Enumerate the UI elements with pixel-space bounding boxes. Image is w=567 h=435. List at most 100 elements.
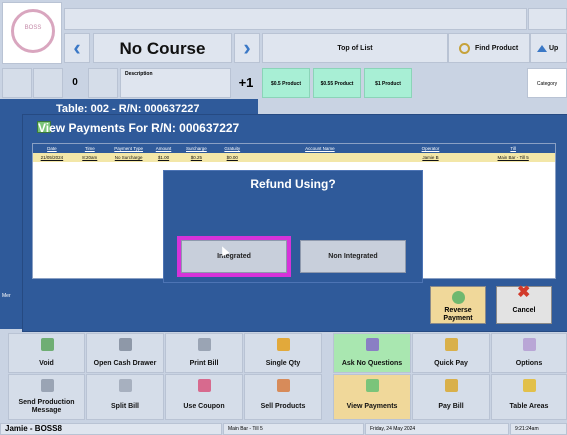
message-icon — [40, 379, 54, 392]
up-label: Up — [549, 45, 559, 52]
send-production-message-button[interactable]: Send Production Message — [8, 374, 85, 420]
category-tab[interactable]: Category — [527, 68, 567, 98]
void-icon — [40, 338, 54, 351]
box-icon — [277, 338, 290, 351]
product-button-2[interactable]: $0.55 Product — [313, 68, 361, 98]
course-title: No Course — [93, 33, 232, 63]
integrated-button[interactable]: Integrated — [177, 236, 291, 277]
col-gratuity: Gratuity — [224, 146, 241, 151]
plus-one-button[interactable]: +1 — [232, 68, 260, 98]
description-label: Description — [125, 71, 153, 77]
item-count: 0 — [72, 77, 78, 88]
top-of-list-button[interactable]: Top of List — [262, 33, 448, 63]
use-coupon-label: Use Coupon — [183, 403, 225, 410]
split-bill-icon — [119, 379, 132, 392]
ask-no-questions-label: Ask No Questions — [341, 360, 403, 367]
user-button[interactable] — [33, 68, 63, 98]
top-strip-right — [528, 8, 567, 30]
cell-amount: $1.00 — [157, 155, 170, 160]
logo-ring-icon — [11, 9, 55, 53]
table-areas-label: Table Areas — [509, 403, 549, 410]
void-label: Void — [39, 360, 54, 367]
refund-dialog: Refund Using? Integrated Non Integrated — [163, 170, 423, 283]
table-areas-icon — [523, 379, 536, 392]
cell-till: Main Bar - Till 5 — [497, 155, 529, 160]
cell-account-name — [250, 153, 389, 162]
arrow-up-icon — [537, 45, 547, 52]
top-strip — [64, 8, 527, 30]
quick-pay-label: Quick Pay — [434, 360, 468, 367]
cash-drawer-icon — [119, 338, 132, 351]
col-amount: Amount — [155, 146, 172, 151]
find-product-button[interactable]: Find Product — [448, 33, 530, 63]
reverse-payment-button[interactable]: Reverse Payment — [430, 286, 486, 324]
status-till: Main Bar - Till 5 — [223, 423, 364, 435]
options-button[interactable]: Options — [491, 333, 567, 373]
view-payments-label: View Payments — [346, 403, 398, 410]
cell-gratuity: $0.00 — [226, 155, 238, 160]
magnifier-icon — [459, 43, 470, 54]
prev-course-button[interactable]: ‹ — [64, 33, 90, 63]
left-label: Mer — [2, 293, 11, 299]
sell-products-label: Sell Products — [260, 403, 306, 410]
printer-icon — [198, 338, 211, 351]
questions-icon — [366, 338, 379, 351]
status-user: Jamie - BOSS8 — [0, 423, 222, 435]
void-button[interactable]: Void — [8, 333, 85, 373]
cell-date: 21/05/2024 — [40, 155, 64, 160]
description-box[interactable]: Description — [120, 68, 231, 98]
col-surcharge: Surcharge — [186, 146, 207, 151]
cell-operator: Jamie B — [422, 155, 439, 160]
col-payment-type: Payment Type — [114, 146, 143, 151]
up-button[interactable]: Up — [530, 33, 567, 63]
cell-payment-type: No Surcharge — [114, 155, 143, 160]
next-course-button[interactable]: › — [234, 33, 260, 63]
print-bill-label: Print Bill — [189, 360, 219, 367]
customer-button[interactable] — [2, 68, 32, 98]
logo: BOSS — [2, 2, 62, 64]
table-header: Date Time Payment Type Amount Surcharge … — [33, 144, 555, 153]
product-button-1[interactable]: $0.5 Product — [262, 68, 310, 98]
col-account-name: Account Name — [305, 146, 335, 151]
col-operator: Operator — [421, 146, 440, 151]
pay-bill-button[interactable]: Pay Bill — [412, 374, 490, 420]
col-time: Time — [84, 146, 95, 151]
flag-button[interactable] — [88, 68, 118, 98]
print-bill-button[interactable]: Print Bill — [165, 333, 243, 373]
cancel-button[interactable]: ✖ Cancel — [496, 284, 552, 324]
options-label: Options — [515, 360, 543, 367]
quick-pay-icon — [445, 338, 458, 351]
coupon-icon — [198, 379, 211, 392]
single-qty-button[interactable]: Single Qty — [244, 333, 322, 373]
cell-surcharge: $0.25 — [190, 155, 203, 160]
logo-text: BOSS — [24, 25, 42, 31]
status-date: Friday, 24 May 2024 — [365, 423, 509, 435]
pay-bill-label: Pay Bill — [438, 403, 464, 410]
view-payments-icon — [366, 379, 379, 392]
reverse-payment-label: Reverse Payment — [443, 307, 473, 322]
split-bill-button[interactable]: Split Bill — [86, 374, 164, 420]
product-button-3[interactable]: $1 Product — [364, 68, 412, 98]
reverse-icon — [452, 291, 465, 304]
use-coupon-button[interactable]: Use Coupon — [165, 374, 243, 420]
view-payments-button[interactable]: View Payments — [333, 374, 411, 420]
single-qty-label: Single Qty — [265, 360, 301, 367]
chevron-left-icon: ‹ — [73, 35, 81, 60]
ask-no-questions-button[interactable]: Ask No Questions — [333, 333, 411, 373]
open-cash-drawer-button[interactable]: Open Cash Drawer — [86, 333, 164, 373]
pay-bill-icon — [445, 379, 458, 392]
non-integrated-button[interactable]: Non Integrated — [300, 240, 406, 273]
options-icon — [523, 338, 536, 351]
quick-pay-button[interactable]: Quick Pay — [412, 333, 490, 373]
close-icon: ✖ — [517, 284, 531, 301]
table-areas-button[interactable]: Table Areas — [491, 374, 567, 420]
cell-time: 8:20am — [82, 155, 98, 160]
sell-products-button[interactable]: Sell Products — [244, 374, 322, 420]
chevron-right-icon: › — [243, 35, 251, 60]
col-date: Date — [47, 146, 57, 151]
status-time: 9:21:24am — [510, 423, 567, 435]
cancel-label: Cancel — [512, 307, 536, 314]
table-row[interactable]: 21/05/2024 8:20am No Surcharge $1.00 $0.… — [33, 153, 555, 162]
split-bill-label: Split Bill — [111, 403, 139, 410]
col-till: Till — [510, 146, 516, 151]
